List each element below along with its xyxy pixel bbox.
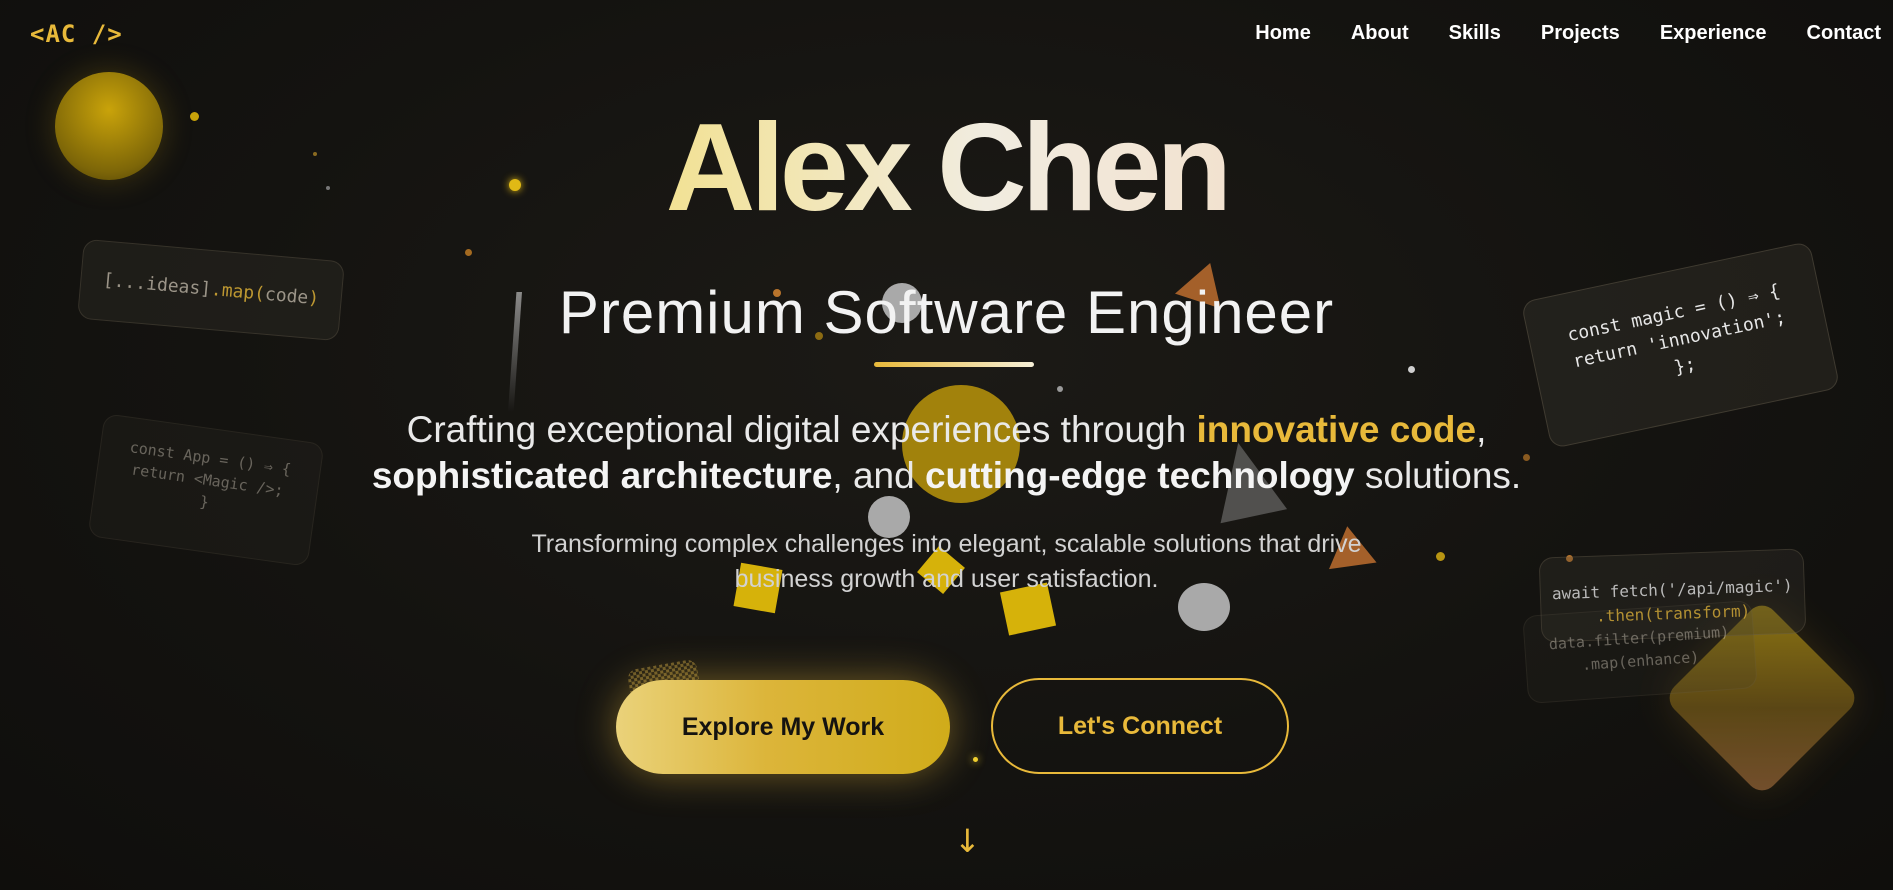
tagline-text: , <box>1476 409 1487 450</box>
scroll-down-icon[interactable]: ↓ <box>954 822 981 860</box>
site-logo[interactable]: <AC /> <box>30 20 123 48</box>
role-underline <box>874 362 1034 367</box>
subtext-line: Transforming complex challenges into ele… <box>531 530 1362 558</box>
subtext-line: business growth and user satisfaction. <box>734 565 1159 593</box>
particle-dot <box>1408 366 1415 373</box>
nav-projects[interactable]: Projects <box>1541 22 1620 45</box>
nav-contact[interactable]: Contact <box>1807 22 1881 45</box>
lets-connect-button[interactable]: Let's Connect <box>991 678 1289 774</box>
nav-experience[interactable]: Experience <box>1660 22 1767 45</box>
hero-tagline: Crafting exceptional digital experiences… <box>0 407 1893 499</box>
tagline-highlight: innovative code <box>1196 409 1477 450</box>
nav-about[interactable]: About <box>1351 22 1409 45</box>
main-nav: Home About Skills Projects Experience Co… <box>1255 22 1881 45</box>
tagline-text: Crafting exceptional digital experiences… <box>406 409 1197 450</box>
tagline-strong: sophisticated architecture <box>371 455 833 496</box>
nav-skills[interactable]: Skills <box>1449 22 1501 45</box>
hero-subtext: Transforming complex challenges into ele… <box>0 527 1893 597</box>
particle-dot <box>1057 386 1063 392</box>
tagline-text: solutions. <box>1354 455 1522 496</box>
code-card-filter: data.filter(premium) .map(enhance) <box>1522 600 1758 704</box>
tagline-text: , and <box>832 455 925 496</box>
nav-home[interactable]: Home <box>1255 22 1311 45</box>
tagline-strong: cutting-edge technology <box>924 455 1355 496</box>
particle-dot <box>973 757 978 762</box>
hero-name: Alex Chen <box>0 106 1893 230</box>
explore-work-button[interactable]: Explore My Work <box>616 680 950 774</box>
hero-role: Premium Software Engineer <box>558 279 1335 346</box>
particle-dot <box>465 249 472 256</box>
